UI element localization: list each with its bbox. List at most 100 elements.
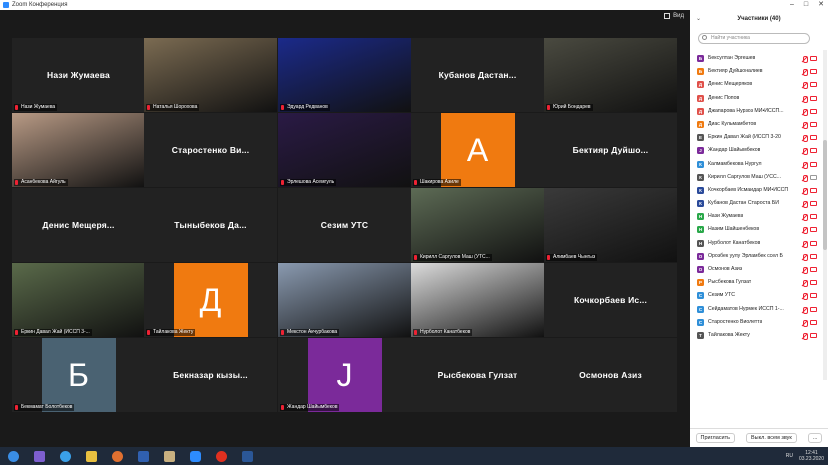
tile-name-label: Алимбаев Чынгыз bbox=[546, 254, 598, 261]
participant-row[interactable]: О Осмонов Азиз bbox=[690, 263, 820, 276]
video-tile[interactable]: Осмонов Азиз bbox=[544, 338, 677, 412]
taskbar-zoom-icon[interactable] bbox=[182, 447, 208, 465]
taskbar-word-icon[interactable] bbox=[234, 447, 260, 465]
participant-row[interactable]: С Сезим УТС bbox=[690, 289, 820, 302]
close-icon[interactable]: ✕ bbox=[818, 0, 824, 10]
taskbar-ie-icon[interactable] bbox=[52, 447, 78, 465]
participant-display-name: Сезим УТС bbox=[320, 220, 369, 230]
video-tile[interactable]: Бектияр Дуйшо... bbox=[544, 113, 677, 187]
video-tile[interactable]: Наталья Шорохова bbox=[144, 38, 277, 112]
chevron-down-icon[interactable]: ⌄ bbox=[696, 10, 701, 28]
participant-display-name: Нази Жумаева bbox=[47, 70, 110, 80]
participant-row[interactable]: Н Нази Жумаева bbox=[690, 210, 820, 223]
video-tile[interactable]: А Шакирова Азиле bbox=[411, 113, 544, 187]
participant-row[interactable]: Д Джапарова Нурзоз МИ•ИССП... bbox=[690, 105, 820, 118]
participant-row[interactable]: С Старостенко Виолетта bbox=[690, 316, 820, 329]
participant-name: Денис Мещеряков bbox=[708, 81, 753, 88]
participant-initial-avatar: J bbox=[697, 147, 704, 155]
video-tile[interactable]: Д Тайлакова Жекту bbox=[144, 263, 277, 337]
participant-row[interactable]: К Кирилл Саргулов Маш (УСС... bbox=[690, 171, 820, 184]
participant-initial-avatar: К bbox=[697, 173, 704, 181]
mute-all-button[interactable]: Выкл. всем звук bbox=[746, 433, 797, 443]
video-tile[interactable]: Асанбекова Айгуль bbox=[12, 113, 145, 187]
video-tile[interactable]: J Жандар Шайымбеков bbox=[278, 338, 411, 412]
participant-avatar: Д bbox=[173, 263, 248, 337]
participant-name: Нази Жумаева bbox=[708, 213, 744, 220]
video-tile[interactable]: Рысбекова Гулзат bbox=[411, 338, 544, 412]
language-indicator[interactable]: RU bbox=[786, 453, 793, 459]
participant-row[interactable]: Е Еркин Давал Жай (ИССП 3-20 bbox=[690, 131, 820, 144]
video-tile[interactable]: Еркин Давал Жай (ИССП 3-... bbox=[12, 263, 145, 337]
start-button[interactable] bbox=[0, 447, 26, 465]
muted-mic-icon bbox=[802, 95, 808, 103]
participant-row[interactable]: Н Назим Шайшенбеков bbox=[690, 223, 820, 236]
video-tile[interactable]: Эдуард Редванов bbox=[278, 38, 411, 112]
camera-off-icon bbox=[810, 121, 817, 127]
video-tile[interactable]: Б Бекмамат Болотбеков bbox=[12, 338, 145, 412]
tile-name-label: Кирилл Саргулов Маш (УТС... bbox=[413, 254, 492, 261]
video-tile[interactable]: Нази Жумаева Нази Жумаева bbox=[12, 38, 145, 112]
participant-row[interactable]: К Кочкорбаев Исмаидар МИ•ИССП 1-... bbox=[690, 184, 820, 197]
participant-initial-avatar: Н bbox=[697, 226, 704, 234]
video-tile[interactable]: Мекстон Акчурбакова bbox=[278, 263, 411, 337]
participant-name: Бексултан Эргешев bbox=[708, 55, 756, 61]
video-tile[interactable]: Тыныбеков Да... bbox=[144, 188, 277, 262]
taskbar-explorer-icon[interactable] bbox=[156, 447, 182, 465]
participant-video bbox=[278, 38, 411, 112]
video-tile[interactable]: Старостенко Ви... bbox=[144, 113, 277, 187]
window-title: Zoom Конференция bbox=[12, 2, 68, 8]
maximize-icon[interactable]: □ bbox=[804, 0, 808, 10]
video-tile[interactable]: Эрлешова Асемгуль bbox=[278, 113, 411, 187]
participants-title: Участники (40) bbox=[737, 16, 781, 22]
participant-row[interactable]: С Сейдаматов Нурмек ИССП 1-... bbox=[690, 303, 820, 316]
video-tile[interactable]: Бекназар кызы... bbox=[144, 338, 277, 412]
video-tile[interactable]: Сезим УТС bbox=[278, 188, 411, 262]
minimize-icon[interactable]: – bbox=[790, 0, 794, 10]
tile-name-label: Тайлакова Жекту bbox=[146, 329, 196, 336]
participant-video bbox=[544, 188, 677, 262]
participant-video bbox=[411, 263, 544, 337]
participant-display-name: Кочкорбаев Ис... bbox=[573, 295, 648, 305]
taskbar-folder-icon[interactable] bbox=[78, 447, 104, 465]
video-tile[interactable]: Кубанов Дастан... bbox=[411, 38, 544, 112]
camera-off-icon bbox=[810, 148, 817, 154]
clock[interactable]: 12:41 03.23.2020 bbox=[799, 450, 824, 462]
participant-name: Тайлакова Жекту bbox=[708, 331, 750, 338]
participant-row[interactable]: Н Нурболот Канатбеков bbox=[690, 237, 820, 250]
participant-initial-avatar: Б bbox=[697, 55, 704, 62]
participant-row[interactable]: К Кубанов Дастан Староста БИ bbox=[690, 197, 820, 210]
participant-initial-avatar: О bbox=[697, 266, 704, 273]
video-tile[interactable]: Алимбаев Чынгыз bbox=[544, 188, 677, 262]
participant-row[interactable]: J Жандар Шайымбеков bbox=[690, 144, 820, 157]
more-button[interactable]: ... bbox=[807, 433, 823, 443]
participant-initial-avatar: С bbox=[697, 305, 704, 313]
view-button[interactable]: Вид bbox=[664, 13, 684, 19]
participant-row[interactable]: Р Рысбекова Гулзат bbox=[690, 276, 820, 289]
participant-video bbox=[544, 38, 677, 112]
participant-avatar: А bbox=[440, 113, 515, 187]
participant-row[interactable]: О Орозбек уулу Эрламбек ссел Б bbox=[690, 250, 820, 263]
participant-search-input[interactable]: Найти участника bbox=[698, 33, 810, 44]
video-tile[interactable]: Денис Мещеря... bbox=[12, 188, 145, 262]
invite-button[interactable]: Пригласить bbox=[695, 433, 735, 443]
participant-row[interactable]: Д Денис Попов bbox=[690, 92, 820, 105]
taskbar-save-icon[interactable] bbox=[130, 447, 156, 465]
participant-row[interactable]: Б Бексултан Эргешев bbox=[690, 52, 820, 65]
scrollbar-thumb[interactable] bbox=[823, 140, 827, 250]
participant-row[interactable]: Д Денис Мещеряков bbox=[690, 78, 820, 91]
participant-display-name: Осмонов Азиз bbox=[579, 370, 642, 380]
system-tray: RU 12:41 03.23.2020 bbox=[786, 447, 824, 465]
video-tile[interactable]: Кочкорбаев Ис... bbox=[544, 263, 677, 337]
video-tile[interactable]: Нурболот Канатбеков bbox=[411, 263, 544, 337]
muted-mic-icon bbox=[802, 306, 808, 314]
participant-row[interactable]: Т Тайлакова Жекту bbox=[690, 329, 820, 342]
participant-row[interactable]: Б Бектияр Дуйшоналиев bbox=[690, 65, 820, 78]
participant-row[interactable]: Д Диас Кульмамбетов bbox=[690, 118, 820, 131]
participant-scrollbar[interactable] bbox=[823, 50, 827, 380]
video-tile[interactable]: Юрий Бондарев bbox=[544, 38, 677, 112]
video-tile[interactable]: Кирилл Саргулов Маш (УТС... bbox=[411, 188, 544, 262]
taskbar-app-icon[interactable] bbox=[26, 447, 52, 465]
taskbar-media-icon[interactable] bbox=[104, 447, 130, 465]
taskbar-yandex-icon[interactable] bbox=[208, 447, 234, 465]
participant-row[interactable]: К Калмамбекова Нургул bbox=[690, 158, 820, 171]
